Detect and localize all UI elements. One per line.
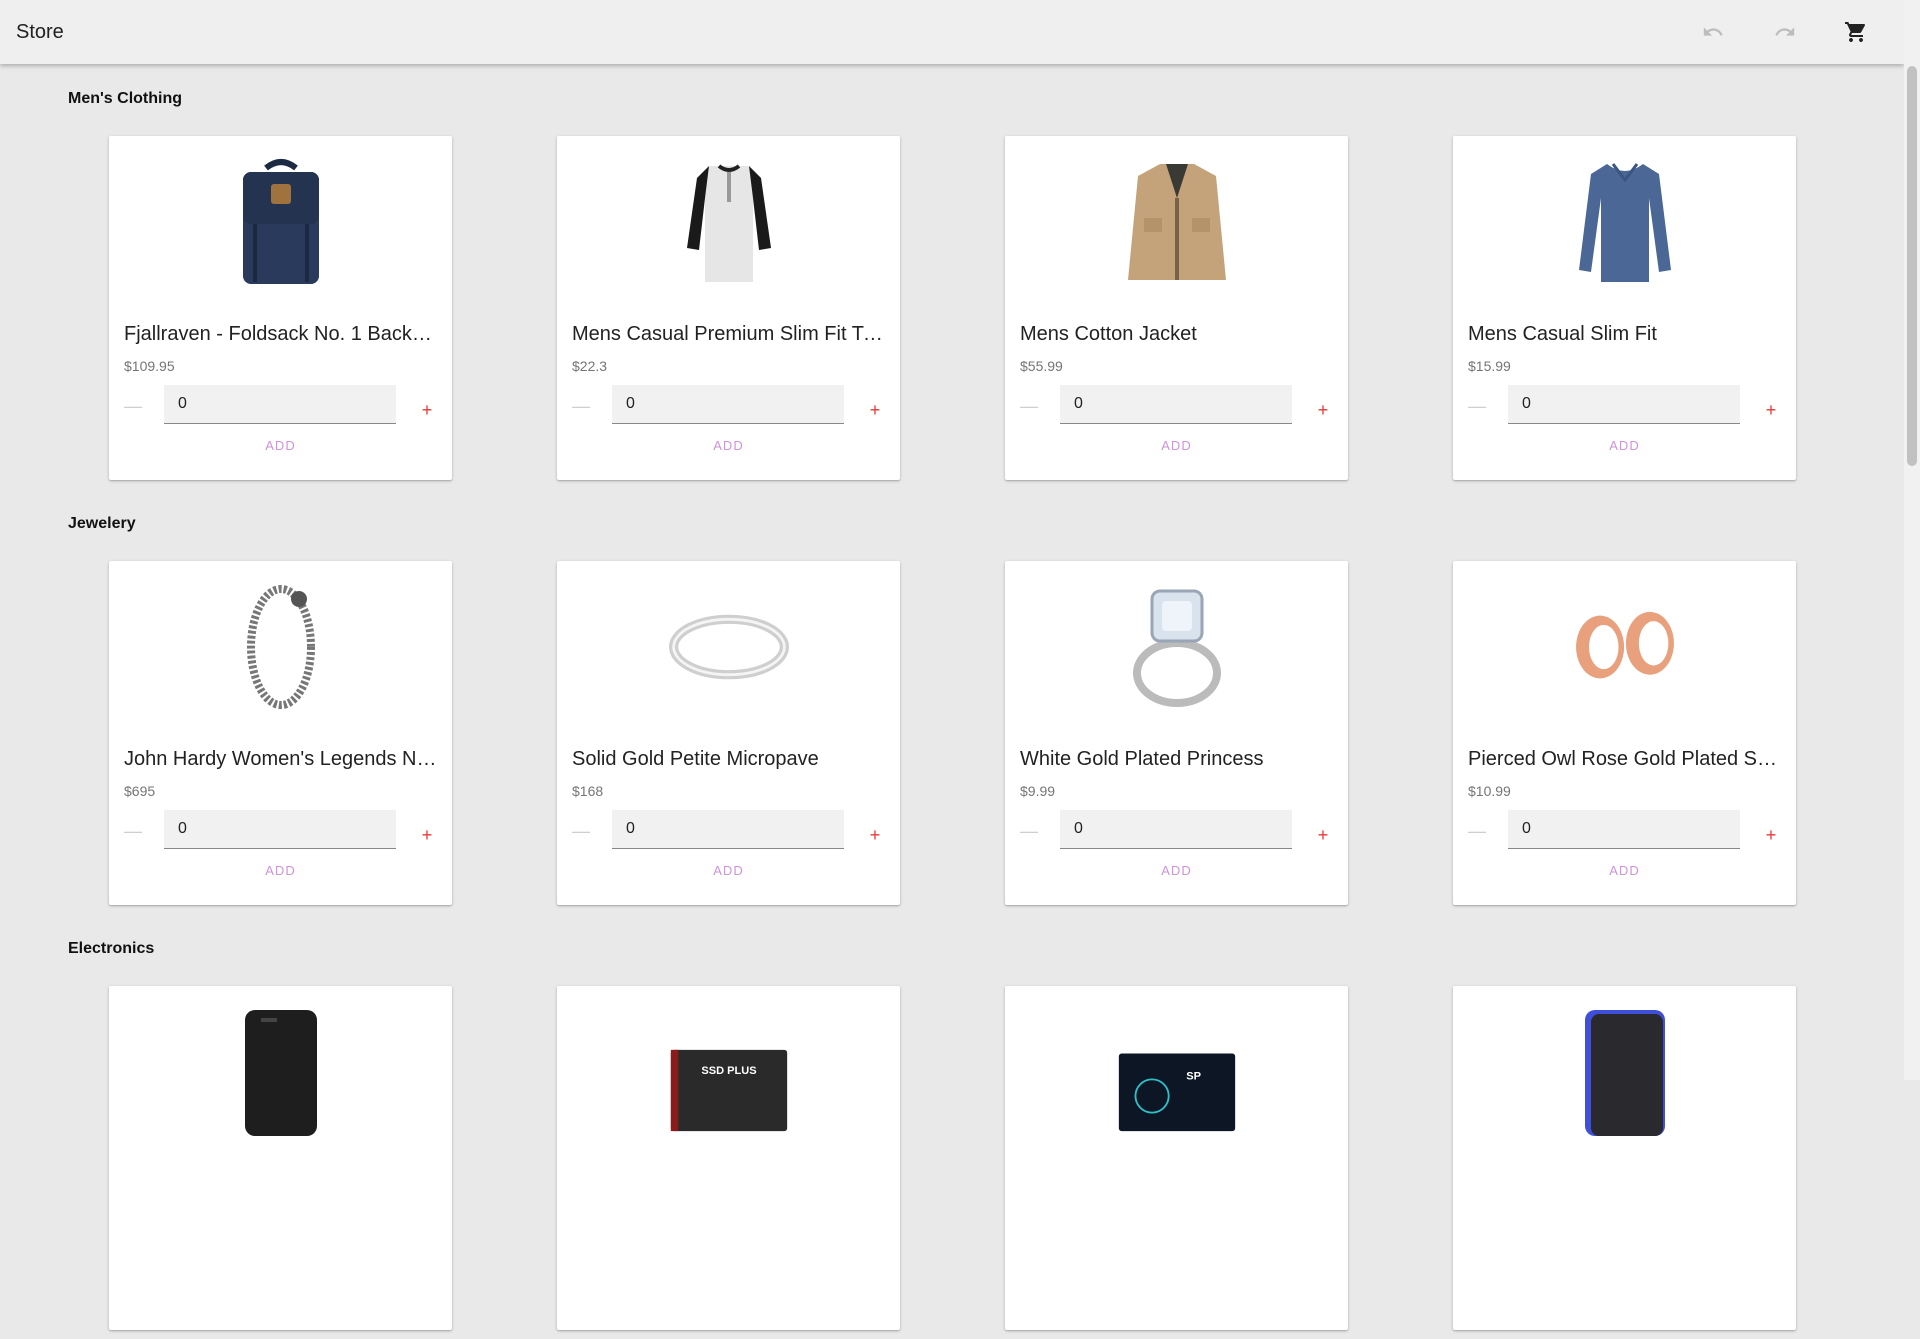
app-bar: Store: [0, 0, 1904, 64]
product-image-sp-ssd: SP: [1117, 1008, 1237, 1136]
category-title: Men's Clothing: [68, 90, 183, 107]
category-section: Men's Clothing Fjallraven - Foldsack No.…: [0, 64, 1904, 489]
decrement-button[interactable]: —: [1015, 392, 1043, 420]
product-price: $109.95: [124, 358, 175, 374]
product-image-gaming-drive: [1565, 1008, 1685, 1136]
add-to-cart-button[interactable]: ADD: [1453, 861, 1796, 881]
product-image-bracelet: [221, 583, 341, 711]
add-to-cart-button[interactable]: ADD: [557, 861, 900, 881]
redo-icon: [1775, 27, 1795, 36]
decrement-button[interactable]: —: [567, 392, 595, 420]
product-price: $695: [124, 783, 156, 799]
increment-button[interactable]: +: [861, 821, 889, 849]
cart-button[interactable]: [1836, 12, 1876, 52]
increment-button[interactable]: +: [1757, 396, 1785, 424]
product-price: $9.99: [1020, 783, 1056, 799]
product-image-external-hard-drive: [221, 1008, 341, 1136]
add-to-cart-button[interactable]: ADD: [109, 861, 452, 881]
product-image-long-sleeve-shirt: [1565, 158, 1685, 286]
product-card: Mens Casual Premium Slim Fit T-Shirts $2…: [557, 136, 900, 480]
product-image-henley-shirt: [669, 158, 789, 286]
product-card: Mens Cotton Jacket $55.99 — + ADD: [1005, 136, 1348, 480]
quantity-input[interactable]: [612, 385, 844, 424]
product-card: SP: [1005, 986, 1348, 1330]
quantity-input[interactable]: [1508, 810, 1740, 849]
redo-button[interactable]: [1765, 12, 1805, 52]
ssd-plus-label: SSD PLUS: [701, 1065, 756, 1077]
add-to-cart-button[interactable]: ADD: [1005, 436, 1348, 456]
product-price: $15.99: [1468, 358, 1511, 374]
sp-label: SP: [1186, 1070, 1201, 1082]
shopping-cart-icon: [1845, 22, 1866, 42]
product-card: Fjallraven - Foldsack No. 1 Backpack, Fi…: [109, 136, 452, 480]
product-card: Pierced Owl Rose Gold Plated Stainless S…: [1453, 561, 1796, 905]
add-to-cart-button[interactable]: ADD: [1005, 861, 1348, 881]
quantity-input[interactable]: [612, 810, 844, 849]
undo-button[interactable]: [1693, 12, 1733, 52]
product-price: $55.99: [1020, 358, 1063, 374]
product-price: $168: [572, 783, 604, 799]
decrement-button[interactable]: —: [567, 817, 595, 845]
decrement-button[interactable]: —: [119, 392, 147, 420]
product-image-backpack: [221, 158, 341, 286]
undo-icon: [1703, 27, 1723, 36]
product-price: $22.3: [572, 358, 608, 374]
product-card: John Hardy Women's Legends Naga Gold & S…: [109, 561, 452, 905]
product-image-ssd-plus: SSD PLUS: [669, 1008, 789, 1136]
add-to-cart-button[interactable]: ADD: [109, 436, 452, 456]
product-name[interactable]: Solid Gold Petite Micropave: [572, 748, 885, 771]
increment-button[interactable]: +: [1309, 396, 1337, 424]
category-title: Jewelery: [68, 515, 136, 532]
product-image-jacket: [1117, 158, 1237, 286]
add-to-cart-button[interactable]: ADD: [1453, 436, 1796, 456]
product-image-ear-plugs: [1565, 583, 1685, 711]
product-name[interactable]: Mens Cotton Jacket: [1020, 323, 1333, 346]
increment-button[interactable]: +: [1757, 821, 1785, 849]
increment-button[interactable]: +: [413, 821, 441, 849]
decrement-button[interactable]: —: [1015, 817, 1043, 845]
quantity-input[interactable]: [1508, 385, 1740, 424]
product-image-diamond-ring: [1117, 583, 1237, 711]
app-title: Store: [16, 21, 64, 43]
increment-button[interactable]: +: [413, 396, 441, 424]
decrement-button[interactable]: —: [119, 817, 147, 845]
increment-button[interactable]: +: [1309, 821, 1337, 849]
product-name[interactable]: Pierced Owl Rose Gold Plated Stainless S…: [1468, 748, 1781, 771]
product-card: SSD PLUS: [557, 986, 900, 1330]
product-image-ring: [669, 583, 789, 711]
quantity-input[interactable]: [164, 810, 396, 849]
scrollbar[interactable]: [1904, 0, 1920, 1080]
product-name[interactable]: Mens Casual Slim Fit: [1468, 323, 1781, 346]
product-card: [1453, 986, 1796, 1330]
product-card: Mens Casual Slim Fit $15.99 — + ADD: [1453, 136, 1796, 480]
scrollbar-thumb[interactable]: [1907, 66, 1917, 466]
product-name[interactable]: Mens Casual Premium Slim Fit T-Shirts: [572, 323, 885, 346]
quantity-input[interactable]: [1060, 385, 1292, 424]
category-title: Electronics: [68, 940, 155, 957]
product-name[interactable]: Fjallraven - Foldsack No. 1 Backpack, Fi…: [124, 323, 437, 346]
product-price: $10.99: [1468, 783, 1511, 799]
product-name[interactable]: White Gold Plated Princess: [1020, 748, 1333, 771]
decrement-button[interactable]: —: [1463, 392, 1491, 420]
quantity-input[interactable]: [1060, 810, 1292, 849]
add-to-cart-button[interactable]: ADD: [557, 436, 900, 456]
product-card: Solid Gold Petite Micropave $168 — + ADD: [557, 561, 900, 905]
decrement-button[interactable]: —: [1463, 817, 1491, 845]
category-section: Electronics SSD PLUS SP: [0, 914, 1904, 1339]
product-card: [109, 986, 452, 1330]
product-name[interactable]: John Hardy Women's Legends Naga Gold & S…: [124, 748, 437, 771]
main-content: Men's Clothing Fjallraven - Foldsack No.…: [0, 64, 1904, 1339]
increment-button[interactable]: +: [861, 396, 889, 424]
quantity-input[interactable]: [164, 385, 396, 424]
product-card: White Gold Plated Princess $9.99 — + ADD: [1005, 561, 1348, 905]
category-section: Jewelery John Hardy Women's Legends Naga…: [0, 489, 1904, 914]
